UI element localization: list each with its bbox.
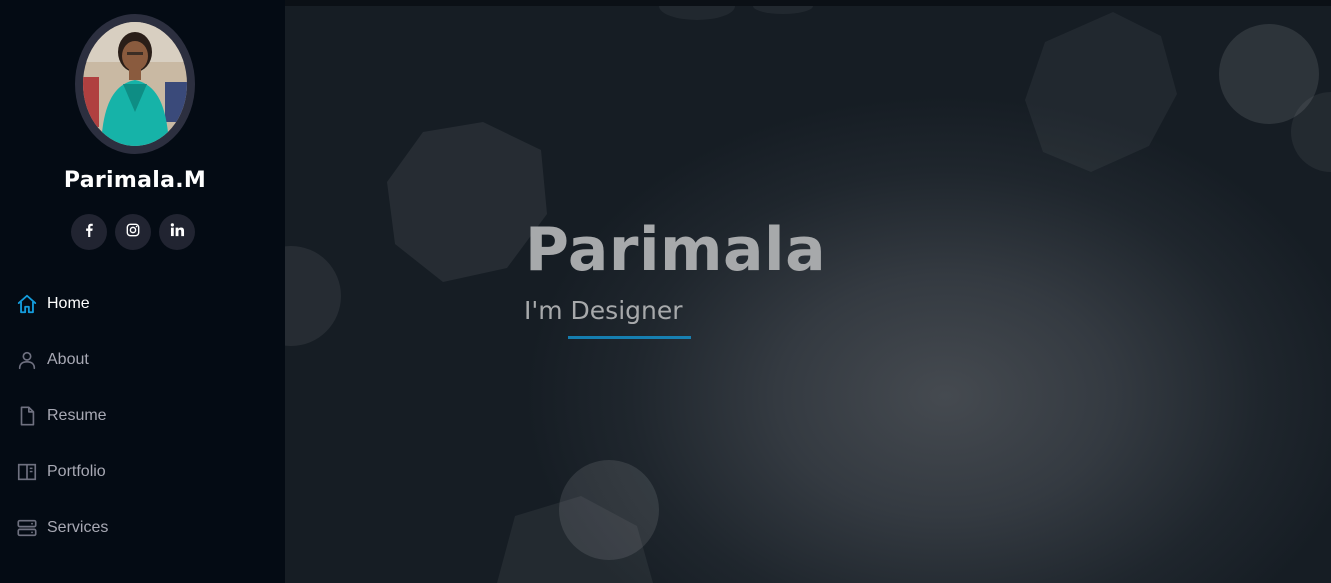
file-icon (16, 405, 38, 427)
nav-label-resume: Resume (47, 407, 107, 424)
nav-label-portfolio: Portfolio (47, 463, 106, 480)
linkedin-icon (170, 223, 185, 241)
profile-photo (83, 22, 187, 146)
book-half-icon (16, 461, 38, 483)
avatar (75, 14, 195, 154)
bokeh-background (285, 6, 1331, 583)
home-icon (16, 293, 38, 315)
nav-item-resume[interactable]: Resume (0, 388, 285, 444)
nav-menu: Home About Resume Portfolio Services (0, 276, 285, 556)
profile-name: Parimala.M (63, 168, 207, 193)
nav-label-about: About (47, 351, 89, 368)
page: Parimala.M Home About Resume Portfolio S… (0, 0, 1331, 583)
hero-title: Parimala (525, 215, 827, 285)
instagram-icon (126, 223, 140, 241)
hero-section: Parimala I'm Designer (285, 6, 1331, 583)
nav-item-about[interactable]: About (0, 332, 285, 388)
server-icon (16, 517, 38, 539)
typed-underline (568, 336, 691, 339)
nav-label-services: Services (47, 519, 109, 536)
linkedin-button[interactable] (159, 214, 195, 250)
nav-item-portfolio[interactable]: Portfolio (0, 444, 285, 500)
facebook-button[interactable] (71, 214, 107, 250)
nav-label-home: Home (47, 295, 90, 312)
facebook-icon (82, 223, 96, 241)
social-links (71, 214, 195, 250)
hero-subtitle: I'm Designer (524, 296, 683, 325)
person-icon (16, 349, 38, 371)
instagram-button[interactable] (115, 214, 151, 250)
nav-item-home[interactable]: Home (0, 276, 285, 332)
sidebar: Parimala.M Home About Resume Portfolio S… (0, 0, 285, 583)
nav-item-services[interactable]: Services (0, 500, 285, 556)
